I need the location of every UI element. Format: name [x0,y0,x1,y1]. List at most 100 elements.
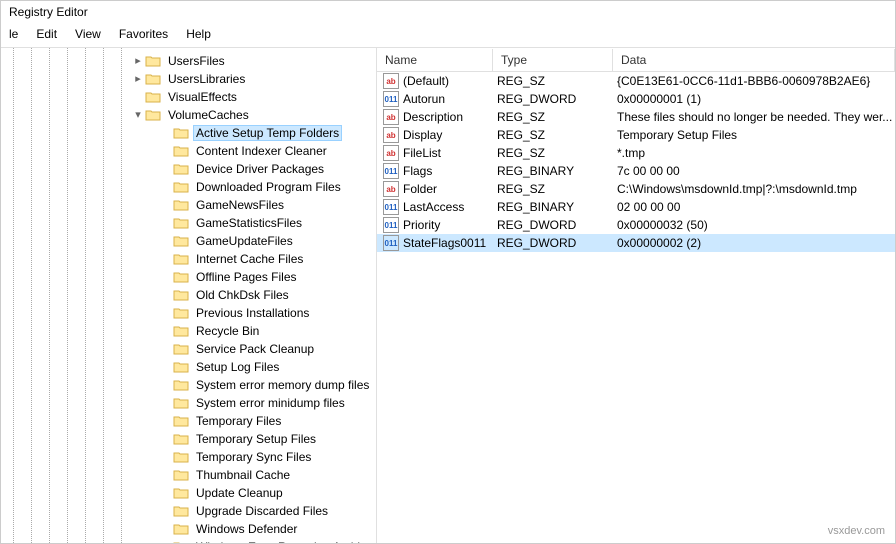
tree-item-label: Update Cleanup [193,486,286,500]
tree-item-label: System error minidump files [193,396,348,410]
list-pane[interactable]: Name Type Data ab(Default)REG_SZ{C0E13E6… [377,48,895,543]
tree-item-upgrade-discarded-files[interactable]: Upgrade Discarded Files [1,502,376,520]
value-name-cell: 011LastAccess [377,199,493,215]
tree-item-setup-log-files[interactable]: Setup Log Files [1,358,376,376]
expander-icon[interactable]: ▾ [131,110,145,121]
expander-icon[interactable]: ▸ [131,74,145,85]
value-name: Description [403,110,463,124]
value-data: 0x00000002 (2) [613,236,895,250]
value-row-display[interactable]: abDisplayREG_SZTemporary Setup Files [377,126,895,144]
tree-item-temporary-sync-files[interactable]: Temporary Sync Files [1,448,376,466]
folder-icon [173,450,189,464]
value-icon-sz: ab [383,181,399,197]
value-row-autorun[interactable]: 011AutorunREG_DWORD0x00000001 (1) [377,90,895,108]
value-type: REG_SZ [493,146,613,160]
value-icon-sz: ab [383,73,399,89]
folder-icon [173,414,189,428]
tree-item-label: Thumbnail Cache [193,468,293,482]
folder-icon [173,252,189,266]
value-type: REG_DWORD [493,92,613,106]
tree-item-old-chkdsk-files[interactable]: Old ChkDsk Files [1,286,376,304]
col-data[interactable]: Data [613,49,895,71]
tree-item-service-pack-cleanup[interactable]: Service Pack Cleanup [1,340,376,358]
tree-item-gamestatisticsfiles[interactable]: GameStatisticsFiles [1,214,376,232]
value-name: StateFlags0011 [403,236,486,250]
tree-item-system-error-minidump-files[interactable]: System error minidump files [1,394,376,412]
tree-item-label: Previous Installations [193,306,312,320]
value-row--default-[interactable]: ab(Default)REG_SZ{C0E13E61-0CC6-11d1-BBB… [377,72,895,90]
tree-item-windows-error-reporting-archive[interactable]: Windows Error Reporting Archive [1,538,376,543]
tree-item-gamenewsfiles[interactable]: GameNewsFiles [1,196,376,214]
folder-icon [173,342,189,356]
value-row-priority[interactable]: 011PriorityREG_DWORD0x00000032 (50) [377,216,895,234]
tree-item-userslibraries[interactable]: ▸ UsersLibraries [1,70,376,88]
tree-item-system-error-memory-dump-files[interactable]: System error memory dump files [1,376,376,394]
tree-item-offline-pages-files[interactable]: Offline Pages Files [1,268,376,286]
menu-favorites[interactable]: Favorites [111,25,176,43]
tree-item-label: GameStatisticsFiles [193,216,305,230]
tree-item-label: VolumeCaches [165,108,252,122]
value-type: REG_DWORD [493,218,613,232]
value-icon-bin: 011 [383,235,399,251]
folder-icon [173,270,189,284]
value-type: REG_BINARY [493,164,613,178]
tree-item-usersfiles[interactable]: ▸UsersFiles [1,52,376,70]
value-row-stateflags0011[interactable]: 011StateFlags0011REG_DWORD0x00000002 (2) [377,234,895,252]
tree-item-gameupdatefiles[interactable]: GameUpdateFiles [1,232,376,250]
tree-item-label: Content Indexer Cleaner [193,144,330,158]
menu-file[interactable]: le [1,25,26,43]
col-name[interactable]: Name [377,49,493,71]
tree-item-visualeffects[interactable]: VisualEffects [1,88,376,106]
menu-edit[interactable]: Edit [28,25,65,43]
value-data: *.tmp [613,146,895,160]
tree-item-internet-cache-files[interactable]: Internet Cache Files [1,250,376,268]
tree-item-temporary-files[interactable]: Temporary Files [1,412,376,430]
value-icon-sz: ab [383,145,399,161]
tree-item-label: Temporary Sync Files [193,450,314,464]
value-row-lastaccess[interactable]: 011LastAccessREG_BINARY02 00 00 00 [377,198,895,216]
folder-icon [145,90,161,104]
tree-item-label: Active Setup Temp Folders [193,125,342,141]
folder-icon [173,198,189,212]
folder-icon [173,522,189,536]
tree-item-temporary-setup-files[interactable]: Temporary Setup Files [1,430,376,448]
folder-icon [173,216,189,230]
folder-icon [173,468,189,482]
tree-item-content-indexer-cleaner[interactable]: Content Indexer Cleaner [1,142,376,160]
expander-icon[interactable]: ▸ [131,56,145,67]
folder-icon [173,234,189,248]
col-type[interactable]: Type [493,49,613,71]
value-row-flags[interactable]: 011 Flags REG_BINARY7c 00 00 00 [377,162,895,180]
tree-item-recycle-bin[interactable]: Recycle Bin [1,322,376,340]
value-row-filelist[interactable]: abFileListREG_SZ*.tmp [377,144,895,162]
value-icon-bin: 011 [383,163,399,179]
value-name: Flags [403,164,432,178]
tree-item-active-setup-temp-folders[interactable]: Active Setup Temp Folders [1,124,376,142]
tree-item-volumecaches[interactable]: ▾ VolumeCaches [1,106,376,124]
tree-item-update-cleanup[interactable]: Update Cleanup [1,484,376,502]
value-data: Temporary Setup Files [613,128,895,142]
value-data: 7c 00 00 00 [613,164,895,178]
folder-icon [173,504,189,518]
tree-item-label: Upgrade Discarded Files [193,504,331,518]
tree-item-label: Setup Log Files [193,360,282,374]
folder-icon [173,288,189,302]
folder-icon [173,144,189,158]
folder-icon [145,72,161,86]
value-row-description[interactable]: abDescriptionREG_SZThese files should no… [377,108,895,126]
value-type: REG_SZ [493,74,613,88]
menu-help[interactable]: Help [178,25,219,43]
value-type: REG_SZ [493,110,613,124]
tree-item-windows-defender[interactable]: Windows Defender [1,520,376,538]
tree-item-label: VisualEffects [165,90,240,104]
tree-item-device-driver-packages[interactable]: Device Driver Packages [1,160,376,178]
tree-item-thumbnail-cache[interactable]: Thumbnail Cache [1,466,376,484]
menu-view[interactable]: View [67,25,109,43]
tree-item-label: UsersLibraries [165,72,248,86]
tree-item-previous-installations[interactable]: Previous Installations [1,304,376,322]
tree-pane[interactable]: ▸UsersFiles▸UsersLibrariesVisualEffects▾… [1,48,377,543]
value-name: LastAccess [403,200,464,214]
tree-item-label: Temporary Setup Files [193,432,319,446]
tree-item-downloaded-program-files[interactable]: Downloaded Program Files [1,178,376,196]
value-row-folder[interactable]: abFolderREG_SZC:\Windows\msdownId.tmp|?:… [377,180,895,198]
